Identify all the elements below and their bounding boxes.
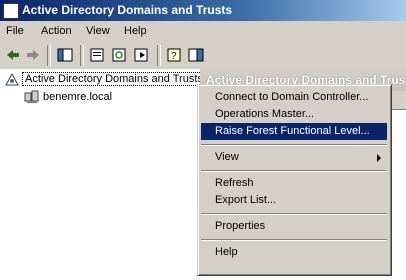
export-list-icon[interactable] [132,46,150,64]
domains-trusts-icon [5,73,19,86]
menu-separator [201,213,387,215]
toolbar-separator [47,45,51,66]
menu-item-label: Raise Forest Functional Level... [215,125,370,137]
menu-raise-forest-functional-level[interactable]: Raise Forest Functional Level... [201,123,387,140]
menu-item-label: Export List... [215,194,277,206]
tree-domain-label: benemre.local [43,91,113,103]
menu-separator [201,239,387,241]
menu-view[interactable]: View [86,25,110,37]
menu-action[interactable]: Action [41,25,72,37]
window-title: Active Directory Domains and Trusts [22,3,233,17]
menu-item-label: View [215,151,239,163]
menu-connect-domain-controller[interactable]: Connect to Domain Controller... [201,89,387,106]
context-menu: Connect to Domain Controller... Operatio… [197,84,392,276]
menu-bar: File Action View Help [0,21,406,43]
menu-item-label: Refresh [215,177,254,189]
menu-item-label: Properties [215,220,266,232]
menu-operations-master[interactable]: Operations Master... [201,106,387,123]
menu-properties[interactable]: Properties [201,218,387,235]
toolbar: ? [0,42,406,70]
menu-help[interactable]: Help [124,25,147,37]
menu-file[interactable]: File [6,25,24,37]
menu-separator [201,144,387,146]
forward-arrow-icon[interactable] [24,46,42,64]
menu-help-item[interactable]: Help [201,244,387,261]
toolbar-separator [80,45,84,66]
menu-export-list[interactable]: Export List... [201,192,387,209]
show-hide-console-tree-icon[interactable] [56,46,74,64]
submenu-arrow-icon [377,154,381,162]
toolbar-separator [157,45,161,66]
menu-separator [201,170,387,172]
help-icon[interactable]: ? [165,46,183,64]
menu-item-label: Operations Master... [215,108,315,120]
domain-icon [24,90,39,103]
svg-text:?: ? [171,51,177,62]
title-bar: Active Directory Domains and Trusts [0,0,406,21]
menu-item-label: Connect to Domain Controller... [215,91,369,103]
properties-icon[interactable] [88,46,106,64]
app-icon [3,3,19,19]
back-arrow-icon[interactable] [4,46,22,64]
show-action-pane-icon[interactable] [187,46,205,64]
menu-view-submenu[interactable]: View [201,149,387,166]
menu-item-label: Help [215,246,238,258]
menu-refresh[interactable]: Refresh [201,175,387,192]
tree-root-label: Active Directory Domains and Trusts [22,72,206,86]
refresh-icon[interactable] [110,46,128,64]
